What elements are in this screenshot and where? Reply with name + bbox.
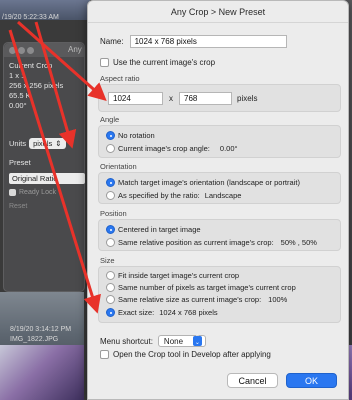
option-label: As specified by the ratio: bbox=[118, 191, 200, 200]
crop-angle: 0.00° bbox=[9, 101, 27, 110]
aspect-ratio-group: 1024 x 768 pixels bbox=[98, 84, 341, 112]
checkbox-box bbox=[9, 189, 16, 196]
use-current-crop-checkbox[interactable]: Use the current image's crop bbox=[100, 58, 215, 67]
radio-unselected bbox=[106, 295, 115, 304]
photo-thumbnail[interactable] bbox=[0, 345, 84, 400]
angle-value: 0.00° bbox=[219, 144, 238, 153]
radio-unselected bbox=[106, 238, 115, 247]
preset-value: Original Ratio bbox=[12, 174, 58, 183]
option-label: No rotation bbox=[118, 131, 155, 140]
current-crop-heading: Current Crop bbox=[9, 61, 53, 70]
menu-shortcut-select[interactable]: None ⌃ ⌄ bbox=[157, 335, 206, 347]
ok-button[interactable]: OK bbox=[286, 373, 337, 388]
crop-ratio: 1 x 1 bbox=[9, 71, 26, 80]
any-crop-panel: Any Current Crop 1 x 1 256 x 256 pixels … bbox=[3, 42, 85, 292]
photo-date: /19/20 5:22:33 AM bbox=[2, 14, 59, 21]
size-option-relative[interactable]: Same relative size as current image's cr… bbox=[106, 295, 287, 304]
radio-unselected bbox=[106, 271, 115, 280]
option-label: Same relative size as current image's cr… bbox=[118, 295, 262, 304]
option-label: Same number of pixels as target image's … bbox=[118, 283, 296, 292]
chevron-updown-icon: ⇕ bbox=[55, 139, 62, 148]
units-value: pixels bbox=[33, 139, 53, 148]
orientation-option-match[interactable]: Match target image's orientation (landsc… bbox=[106, 178, 300, 187]
relative-size-value: 100% bbox=[268, 295, 288, 304]
position-option-centered[interactable]: Centered in target image bbox=[106, 225, 201, 234]
units-label: Units bbox=[9, 139, 27, 148]
aspect-units: pixels bbox=[237, 94, 258, 103]
radio-unselected bbox=[106, 144, 115, 153]
new-preset-dialog: Any Crop > New Preset Name: 1024 x 768 p… bbox=[87, 0, 349, 400]
option-label: Match target image's orientation (landsc… bbox=[118, 178, 300, 187]
angle-option-no-rotation[interactable]: No rotation bbox=[106, 131, 155, 140]
radio-selected bbox=[106, 308, 115, 317]
open-crop-tool-label: Open the Crop tool in Develop after appl… bbox=[113, 350, 271, 359]
size-option-exact[interactable]: Exact size: 1024 x 768 pixels bbox=[106, 308, 218, 317]
exact-size-value: 1024 x 768 pixels bbox=[159, 308, 218, 317]
angle-heading: Angle bbox=[100, 115, 120, 124]
relative-position-value: 50% , 50% bbox=[280, 238, 317, 247]
size-option-same-pixels[interactable]: Same number of pixels as target image's … bbox=[106, 283, 296, 292]
position-option-relative[interactable]: Same relative position as current image'… bbox=[106, 238, 317, 247]
option-label: Centered in target image bbox=[118, 225, 201, 234]
angle-option-current[interactable]: Current image's crop angle: 0.00° bbox=[106, 144, 238, 153]
option-label: Exact size: bbox=[118, 308, 155, 317]
option-label: Current image's crop angle: bbox=[118, 144, 210, 153]
use-current-crop-label: Use the current image's crop bbox=[113, 58, 216, 67]
name-label: Name: bbox=[100, 37, 124, 46]
size-group: Fit inside target image's current crop S… bbox=[98, 266, 341, 323]
size-option-fit-inside[interactable]: Fit inside target image's current crop bbox=[106, 271, 239, 280]
radio-selected bbox=[106, 131, 115, 140]
zoom-window-button[interactable] bbox=[27, 47, 34, 54]
orientation-heading: Orientation bbox=[100, 162, 137, 171]
menu-shortcut-row: Menu shortcut: None ⌃ ⌄ bbox=[100, 335, 206, 347]
name-row: Name: 1024 x 768 pixels bbox=[100, 35, 287, 48]
photo-filename: IMG_1822.JPG bbox=[10, 336, 59, 343]
orientation-group: Match target image's orientation (landsc… bbox=[98, 172, 341, 204]
units-row: Units pixels ⇕ bbox=[9, 138, 66, 149]
units-select[interactable]: pixels ⇕ bbox=[29, 138, 66, 149]
crop-dimensions: 256 x 256 pixels bbox=[9, 81, 64, 90]
current-crop-info: Current Crop 1 x 1 256 x 256 pixels 65.5… bbox=[4, 57, 84, 115]
preset-label: Preset bbox=[9, 158, 31, 167]
angle-group: No rotation Current image's crop angle: … bbox=[98, 125, 341, 158]
size-heading: Size bbox=[100, 256, 115, 265]
radio-selected bbox=[106, 178, 115, 187]
open-crop-tool-checkbox[interactable]: Open the Crop tool in Develop after appl… bbox=[100, 350, 271, 359]
reset-button[interactable]: Reset bbox=[9, 203, 27, 210]
cancel-button[interactable]: Cancel bbox=[227, 373, 278, 388]
aspect-separator: x bbox=[169, 94, 173, 103]
ready-lock-label: Ready Lock bbox=[19, 189, 56, 196]
aspect-ratio-heading: Aspect ratio bbox=[100, 74, 140, 83]
aspect-height-input[interactable]: 768 bbox=[179, 92, 232, 105]
photo-date: 8/19/20 3:14:12 PM bbox=[10, 326, 72, 333]
checkbox-box bbox=[100, 350, 109, 359]
menu-shortcut-value: None bbox=[163, 336, 184, 346]
position-heading: Position bbox=[100, 209, 127, 218]
radio-unselected bbox=[106, 191, 115, 200]
preset-select[interactable]: Original Ratio bbox=[9, 173, 85, 184]
aspect-width-input[interactable]: 1024 bbox=[108, 92, 163, 105]
position-group: Centered in target image Same relative p… bbox=[98, 219, 341, 251]
panel-titlebar: Any bbox=[4, 43, 84, 57]
radio-selected bbox=[106, 225, 115, 234]
name-input[interactable]: 1024 x 768 pixels bbox=[129, 35, 287, 48]
ratio-orientation-value: Landscape bbox=[204, 191, 242, 200]
chevron-updown-icon: ⌃ ⌄ bbox=[192, 335, 202, 346]
radio-unselected bbox=[106, 283, 115, 292]
panel-title: Any bbox=[68, 45, 82, 54]
crop-pixel-count: 65.5 K bbox=[9, 91, 31, 100]
close-window-button[interactable] bbox=[9, 47, 16, 54]
option-label: Fit inside target image's current crop bbox=[118, 271, 240, 280]
orientation-option-ratio[interactable]: As specified by the ratio: Landscape bbox=[106, 191, 241, 200]
dialog-title: Any Crop > New Preset bbox=[88, 1, 348, 23]
minimize-window-button[interactable] bbox=[18, 47, 25, 54]
aspect-ratio-row: 1024 x 768 pixels bbox=[108, 92, 257, 105]
menu-shortcut-label: Menu shortcut: bbox=[100, 336, 153, 346]
ready-lock-checkbox[interactable]: Ready Lock bbox=[9, 189, 56, 196]
option-label: Same relative position as current image'… bbox=[118, 238, 274, 247]
checkbox-box bbox=[100, 58, 109, 67]
